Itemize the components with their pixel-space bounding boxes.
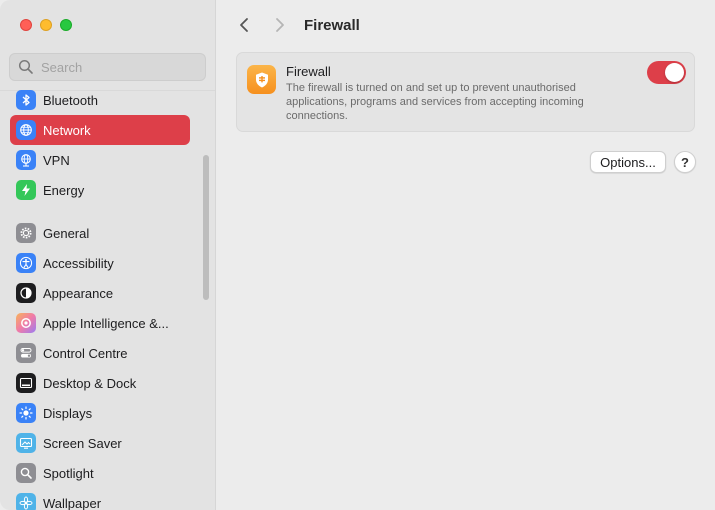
- sidebar-item-appearance[interactable]: Appearance: [10, 278, 190, 308]
- toggle-knob: [665, 63, 684, 82]
- forward-button[interactable]: [270, 15, 290, 35]
- firewall-shield-icon: [247, 65, 276, 94]
- vpn-globe-icon: [16, 150, 36, 170]
- sidebar-item-bluetooth[interactable]: Bluetooth: [10, 85, 190, 115]
- gear-icon: [16, 223, 36, 243]
- sidebar-item-network[interactable]: Network: [10, 115, 190, 145]
- search-input[interactable]: [41, 59, 191, 75]
- options-button[interactable]: Options...: [590, 151, 666, 173]
- firewall-description: The firewall is turned on and set up to …: [286, 82, 584, 122]
- sidebar-item-label: Appearance: [43, 285, 114, 301]
- content-pane: Firewall Firewall The firewall is turned…: [216, 0, 715, 510]
- back-button[interactable]: [234, 15, 254, 35]
- sidebar-item-label: Accessibility: [43, 255, 114, 271]
- sidebar-item-spotlight[interactable]: Spotlight: [10, 458, 190, 488]
- search-field[interactable]: [9, 53, 206, 81]
- minimize-button[interactable]: [40, 19, 52, 31]
- sidebar-item-apple-intelligence[interactable]: Apple Intelligence &...: [10, 308, 190, 338]
- sidebar-item-label: Apple Intelligence &...: [43, 315, 169, 331]
- window-controls: [20, 19, 72, 31]
- firewall-card: Firewall The firewall is turned on and s…: [236, 52, 695, 132]
- bluetooth-icon: [16, 90, 36, 110]
- globe-icon: [16, 120, 36, 140]
- sidebar: Bluetooth Network VPN Energy: [0, 0, 216, 510]
- sidebar-item-label: Desktop & Dock: [43, 375, 137, 391]
- sidebar-item-displays[interactable]: Displays: [10, 398, 190, 428]
- accessibility-icon: [16, 253, 36, 273]
- page-title: Firewall: [304, 17, 360, 34]
- close-button[interactable]: [20, 19, 32, 31]
- sidebar-item-energy[interactable]: Energy: [10, 175, 190, 205]
- flower-icon: [16, 493, 36, 510]
- sidebar-item-vpn[interactable]: VPN: [10, 145, 190, 175]
- sidebar-item-label: Network: [43, 122, 91, 138]
- sidebar-item-screen-saver[interactable]: Screen Saver: [10, 428, 190, 458]
- firewall-toggle[interactable]: [647, 61, 686, 84]
- dock-icon: [16, 373, 36, 393]
- sidebar-item-desktop-dock[interactable]: Desktop & Dock: [10, 368, 190, 398]
- chevron-left-icon: [240, 18, 248, 32]
- sidebar-item-label: Control Centre: [43, 345, 128, 361]
- sidebar-item-label: Energy: [43, 182, 85, 198]
- firewall-title: Firewall: [286, 64, 331, 79]
- sidebar-item-label: Displays: [43, 405, 93, 421]
- sidebar-item-label: Spotlight: [43, 465, 94, 481]
- search-icon: [18, 59, 33, 74]
- sidebar-item-wallpaper[interactable]: Wallpaper: [10, 488, 190, 510]
- appearance-icon: [16, 283, 36, 303]
- sidebar-item-general[interactable]: General: [10, 218, 190, 248]
- sidebar-item-label: VPN: [43, 152, 70, 168]
- sidebar-item-label: Screen Saver: [43, 435, 122, 451]
- apple-intelligence-icon: [16, 313, 36, 333]
- sidebar-item-accessibility[interactable]: Accessibility: [10, 248, 190, 278]
- toggles-icon: [16, 343, 36, 363]
- sidebar-item-control-centre[interactable]: Control Centre: [10, 338, 190, 368]
- magnifier-icon: [16, 463, 36, 483]
- sidebar-item-label: Wallpaper: [43, 495, 102, 510]
- sidebar-item-label: Bluetooth: [43, 92, 98, 108]
- settings-window: Bluetooth Network VPN Energy: [0, 0, 715, 510]
- sidebar-scrollbar[interactable]: [203, 155, 209, 300]
- chevron-right-icon: [276, 18, 284, 32]
- bolt-icon: [16, 180, 36, 200]
- help-button[interactable]: ?: [674, 151, 696, 173]
- screensaver-icon: [16, 433, 36, 453]
- sun-icon: [16, 403, 36, 423]
- sidebar-item-label: General: [43, 225, 90, 241]
- zoom-button[interactable]: [60, 19, 72, 31]
